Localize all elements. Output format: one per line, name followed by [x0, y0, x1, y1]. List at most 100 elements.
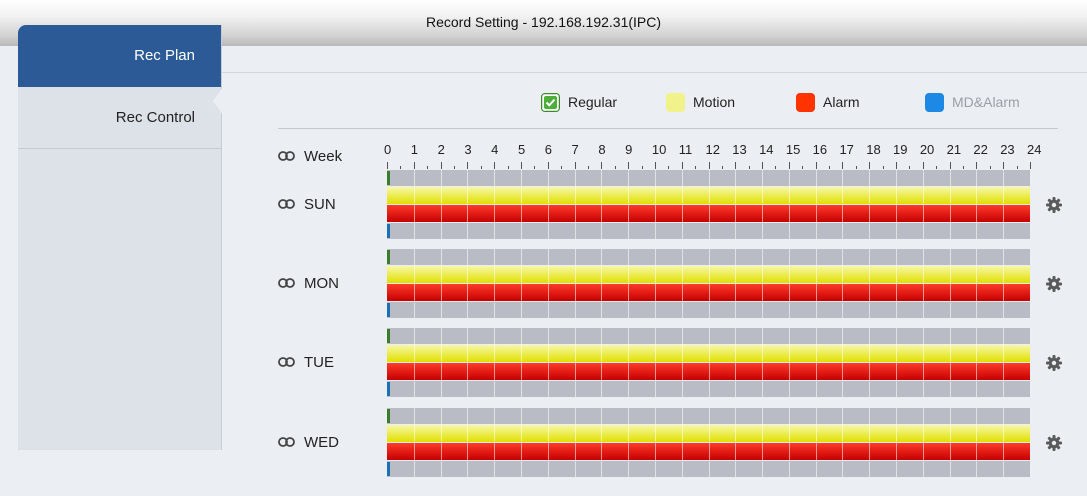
hour-gridline [949, 408, 951, 477]
half-hour-tick [748, 166, 750, 169]
hour-gridline [896, 170, 898, 239]
hour-gridline [413, 249, 415, 318]
hour-gridline [1003, 170, 1005, 239]
hour-gridline [520, 170, 522, 239]
link-icon[interactable] [278, 436, 295, 448]
checkbox-checked-icon[interactable] [541, 92, 560, 112]
hour-tick [735, 162, 737, 169]
legend-motion[interactable]: Motion [666, 92, 735, 112]
hour-tick [628, 162, 630, 169]
sidebar: Rec Plan Rec Control [18, 25, 222, 450]
md-alarm-start-marker [387, 382, 390, 396]
hour-gridline [976, 249, 978, 318]
hour-gridline [735, 249, 737, 318]
legend-label: Motion [693, 94, 736, 110]
legend-regular[interactable]: Regular [541, 92, 617, 112]
gear-icon[interactable] [1046, 276, 1062, 292]
half-hour-tick [802, 166, 804, 169]
day-row-label-tue[interactable]: TUE [278, 352, 334, 372]
hour-gridline [762, 249, 764, 318]
hour-gridline [815, 170, 817, 239]
hour-tick-label: 7 [571, 142, 579, 157]
half-hour-tick [453, 166, 455, 169]
link-icon[interactable] [278, 198, 295, 210]
hour-gridline [708, 170, 710, 239]
half-hour-tick [721, 166, 723, 169]
md-alarm-color-swatch [925, 92, 944, 112]
hour-gridline [842, 328, 844, 397]
hour-tick [842, 162, 844, 169]
hour-tick [922, 162, 924, 169]
sidebar-item-rec-plan[interactable]: Rec Plan [18, 25, 221, 87]
hour-tick [976, 162, 978, 169]
hour-gridline [574, 170, 576, 239]
gear-icon[interactable] [1046, 435, 1062, 451]
legend-label: Regular [568, 94, 618, 110]
hour-gridline [467, 170, 469, 239]
day-schedule-mon[interactable] [387, 249, 1030, 319]
week-label: Week [304, 147, 343, 165]
sidebar-item-rec-control[interactable]: Rec Control [18, 87, 221, 149]
hour-gridline [815, 328, 817, 397]
hour-gridline [654, 408, 656, 477]
hour-tick [601, 162, 603, 169]
hour-gridline [440, 408, 442, 477]
md-alarm-start-marker [387, 462, 390, 476]
hour-tick-label: 8 [598, 142, 606, 157]
hour-gridline [762, 328, 764, 397]
hour-tick-label: 19 [893, 142, 908, 157]
link-icon[interactable] [278, 356, 295, 368]
hour-gridline [494, 249, 496, 318]
hour-tick-label: 2 [437, 142, 445, 157]
half-hour-tick [400, 166, 402, 169]
half-hour-tick [480, 166, 482, 169]
link-icon[interactable] [278, 277, 295, 289]
gear-icon[interactable] [1046, 197, 1062, 213]
hour-gridline [654, 328, 656, 397]
day-label: MON [304, 274, 339, 292]
day-row-label-sun[interactable]: SUN [278, 194, 336, 214]
hour-gridline [922, 328, 924, 397]
day-row-label-mon[interactable]: MON [278, 273, 339, 293]
half-hour-tick [641, 166, 643, 169]
hour-gridline [467, 249, 469, 318]
hour-gridline [735, 408, 737, 477]
hour-tick-label: 6 [544, 142, 552, 157]
half-hour-tick [855, 166, 857, 169]
link-icon[interactable] [278, 150, 295, 162]
legend-md-alarm[interactable]: MD&Alarm [925, 92, 1020, 112]
hour-gridline [976, 408, 978, 477]
divider [222, 72, 1087, 73]
hour-gridline [788, 249, 790, 318]
half-hour-tick [775, 166, 777, 169]
regular-start-marker [387, 409, 390, 423]
hour-gridline [869, 249, 871, 318]
hour-gridline [869, 170, 871, 239]
hour-gridline [681, 408, 683, 477]
half-hour-tick [829, 166, 831, 169]
day-schedule-sun[interactable] [387, 170, 1030, 240]
hour-tick [896, 162, 898, 169]
hour-gridline [949, 170, 951, 239]
hour-gridline [815, 408, 817, 477]
gear-icon[interactable] [1046, 355, 1062, 371]
day-row-label-wed[interactable]: WED [278, 432, 339, 452]
hour-gridline [896, 328, 898, 397]
hour-gridline [1003, 408, 1005, 477]
week-row-label[interactable]: Week [278, 146, 342, 166]
hour-gridline [681, 249, 683, 318]
hour-gridline [574, 328, 576, 397]
hour-gridline [440, 249, 442, 318]
day-schedule-wed[interactable] [387, 408, 1030, 478]
hour-gridline [708, 328, 710, 397]
day-schedule-tue[interactable] [387, 328, 1030, 398]
hour-tick-label: 10 [651, 142, 667, 157]
hour-gridline [976, 328, 978, 397]
hour-gridline [547, 249, 549, 318]
regular-start-marker [387, 329, 390, 343]
legend-alarm[interactable]: Alarm [796, 92, 860, 112]
hour-gridline [440, 170, 442, 239]
hour-gridline [842, 170, 844, 239]
hour-gridline [520, 249, 522, 318]
hour-tick [574, 162, 576, 169]
